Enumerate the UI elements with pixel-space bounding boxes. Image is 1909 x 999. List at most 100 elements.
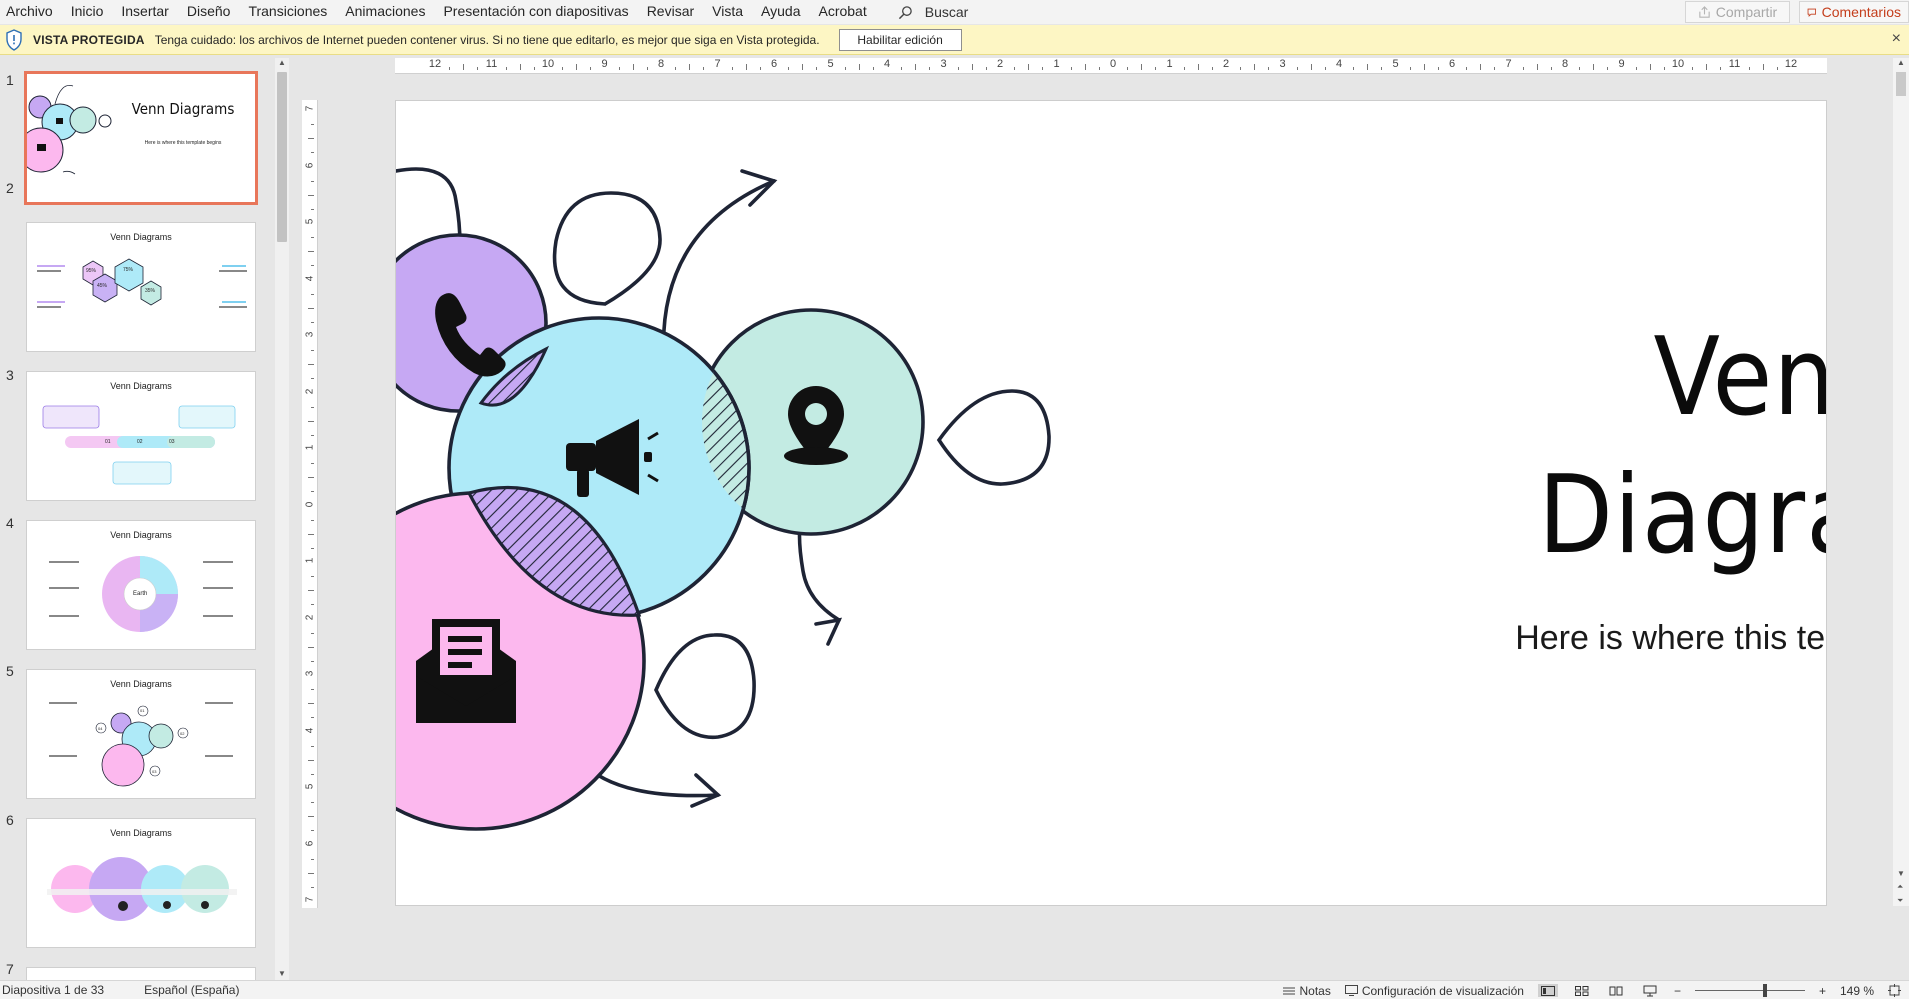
thumbnail-slide-7[interactable] [26,967,256,980]
ruler-tick [901,67,903,70]
tab-transiciones[interactable]: Transiciones [239,0,336,24]
ruler-number: 1 [1166,58,1173,70]
fit-to-window-icon[interactable] [1888,984,1901,997]
vertical-ruler: 7 6 5 4 3 2 1 0 1 2 3 4 5 6 7 [302,100,318,908]
thumbnail-scrollbar[interactable]: ▲ ▼ [275,58,289,980]
ruler-tick [308,364,314,366]
ruler-number: 5 [304,783,316,790]
thumbnail-number: 4 [6,515,14,531]
tab-ayuda[interactable]: Ayuda [752,0,809,24]
zoom-slider-knob[interactable] [1762,984,1767,997]
ruler-tick [844,67,846,70]
ruler-tick [311,491,314,493]
ruler-tick [1197,64,1199,70]
thumbnail-3-label: 02 [137,439,143,445]
thumbnail-slide-2[interactable]: Venn Diagrams 95% 75% 45% 35% [26,222,256,352]
scrollbar-thumb[interactable] [277,72,287,242]
thumbnail-slide-3[interactable]: Venn Diagrams 01 02 03 [26,371,256,501]
previous-slide-icon[interactable]: ⏶ [1897,882,1903,892]
enable-editing-button[interactable]: Habilitar edición [838,28,962,51]
ruler-tick [1409,67,1411,70]
ruler-number: 1 [304,444,316,451]
ruler-tick [1466,67,1468,70]
ruler-tick [1254,64,1256,70]
normal-view-icon[interactable] [1537,984,1558,997]
ruler-tick [311,802,314,804]
ruler-tick [1367,64,1369,70]
tab-acrobat[interactable]: Acrobat [809,0,875,24]
ruler-tick [1692,67,1694,70]
comments-button[interactable]: Comentarios [1799,1,1909,23]
ruler-number: 3 [304,670,316,677]
ruler-tick [1550,67,1552,70]
ruler-tick [311,886,314,888]
ruler-number: 7 [714,58,721,70]
tab-vista[interactable]: Vista [703,0,752,24]
ruler-number: 1 [1053,58,1060,70]
thumbnail-slide-5[interactable]: Venn Diagrams 01 02 03 04 [26,669,256,799]
scroll-up-icon[interactable]: ▲ [1897,58,1905,67]
ruler-tick [1084,64,1086,70]
zoom-slider[interactable] [1694,984,1805,997]
ruler-tick [311,406,314,408]
ruler-number: 2 [1222,58,1230,70]
protected-view-title: VISTA PROTEGIDA [33,32,145,47]
ruler-tick [308,477,314,479]
slide-canvas[interactable]: Venn Diagrams Here is where this templat… [395,100,1827,906]
slide-title[interactable]: Venn Diagrams [1506,309,1826,585]
ruler-tick [929,67,931,70]
reading-view-icon[interactable] [1606,984,1626,997]
scroll-down-icon[interactable]: ▼ [1897,869,1905,878]
tab-revisar[interactable]: Revisar [638,0,703,24]
scroll-down-icon[interactable]: ▼ [278,969,286,978]
ruler-tick [311,773,314,775]
ruler-tick [1324,67,1326,70]
scrollbar-thumb[interactable] [1896,72,1906,96]
next-slide-icon[interactable]: ⏷ [1897,896,1903,906]
ruler-tick [311,434,314,436]
ruler-number: 12 [1784,58,1798,70]
slide-counter: Diapositiva 1 de 33 [2,983,105,997]
ruler-number: 7 [304,105,316,112]
ruler-tick [519,64,521,70]
slide-subtitle[interactable]: Here is where this template begins [1446,619,1826,658]
ribbon-tab-bar: Archivo Inicio Insertar Diseño Transicio… [0,0,1909,24]
search-box[interactable]: Buscar [898,4,968,20]
slideshow-icon[interactable] [1640,984,1660,997]
ruler-tick [745,64,747,70]
ruler-tick [308,194,314,196]
status-right-group: Notas Configuración de visualización − +… [1283,981,1901,999]
tab-diseno[interactable]: Diseño [178,0,240,24]
ruler-tick [1748,67,1750,70]
ruler-tick [311,321,314,323]
language-indicator[interactable]: Español (España) [144,983,239,997]
thumbnail-slide-4[interactable]: Venn Diagrams Earth [26,520,256,650]
view-settings-button[interactable]: Configuración de visualización [1344,984,1524,998]
thumbnail-5-label: 02 [180,731,185,736]
close-icon[interactable]: × [1892,30,1901,48]
zoom-level[interactable]: 149 % [1840,984,1874,998]
ruler-tick [576,64,578,70]
ruler-number: 5 [1392,58,1399,70]
zoom-out-button[interactable]: − [1674,984,1681,998]
tab-inicio[interactable]: Inicio [62,0,113,24]
share-button[interactable]: Compartir [1685,1,1790,23]
notes-button[interactable]: Notas [1283,984,1331,998]
ruler-tick [632,64,634,70]
ruler-number: 5 [827,58,834,70]
tab-presentacion[interactable]: Presentación con diapositivas [434,0,637,24]
thumbnail-slide-1[interactable]: Venn Diagrams Here is where this templat… [24,71,258,205]
slide-scrollbar[interactable]: ▲ ▼ ⏶ ⏷ [1893,58,1909,906]
slide-sorter-icon[interactable] [1572,984,1592,997]
ruler-number: 4 [304,727,316,733]
ruler-tick [311,350,314,352]
zoom-in-button[interactable]: + [1819,984,1826,998]
ruler-number: 3 [940,58,947,70]
ruler-tick [1536,64,1538,70]
scroll-up-icon[interactable]: ▲ [278,58,286,67]
thumbnail-slide-6[interactable]: Venn Diagrams [26,818,256,948]
tab-archivo[interactable]: Archivo [0,0,62,24]
tab-insertar[interactable]: Insertar [112,0,177,24]
tab-animaciones[interactable]: Animaciones [336,0,434,24]
ruler-number: 6 [770,58,778,70]
